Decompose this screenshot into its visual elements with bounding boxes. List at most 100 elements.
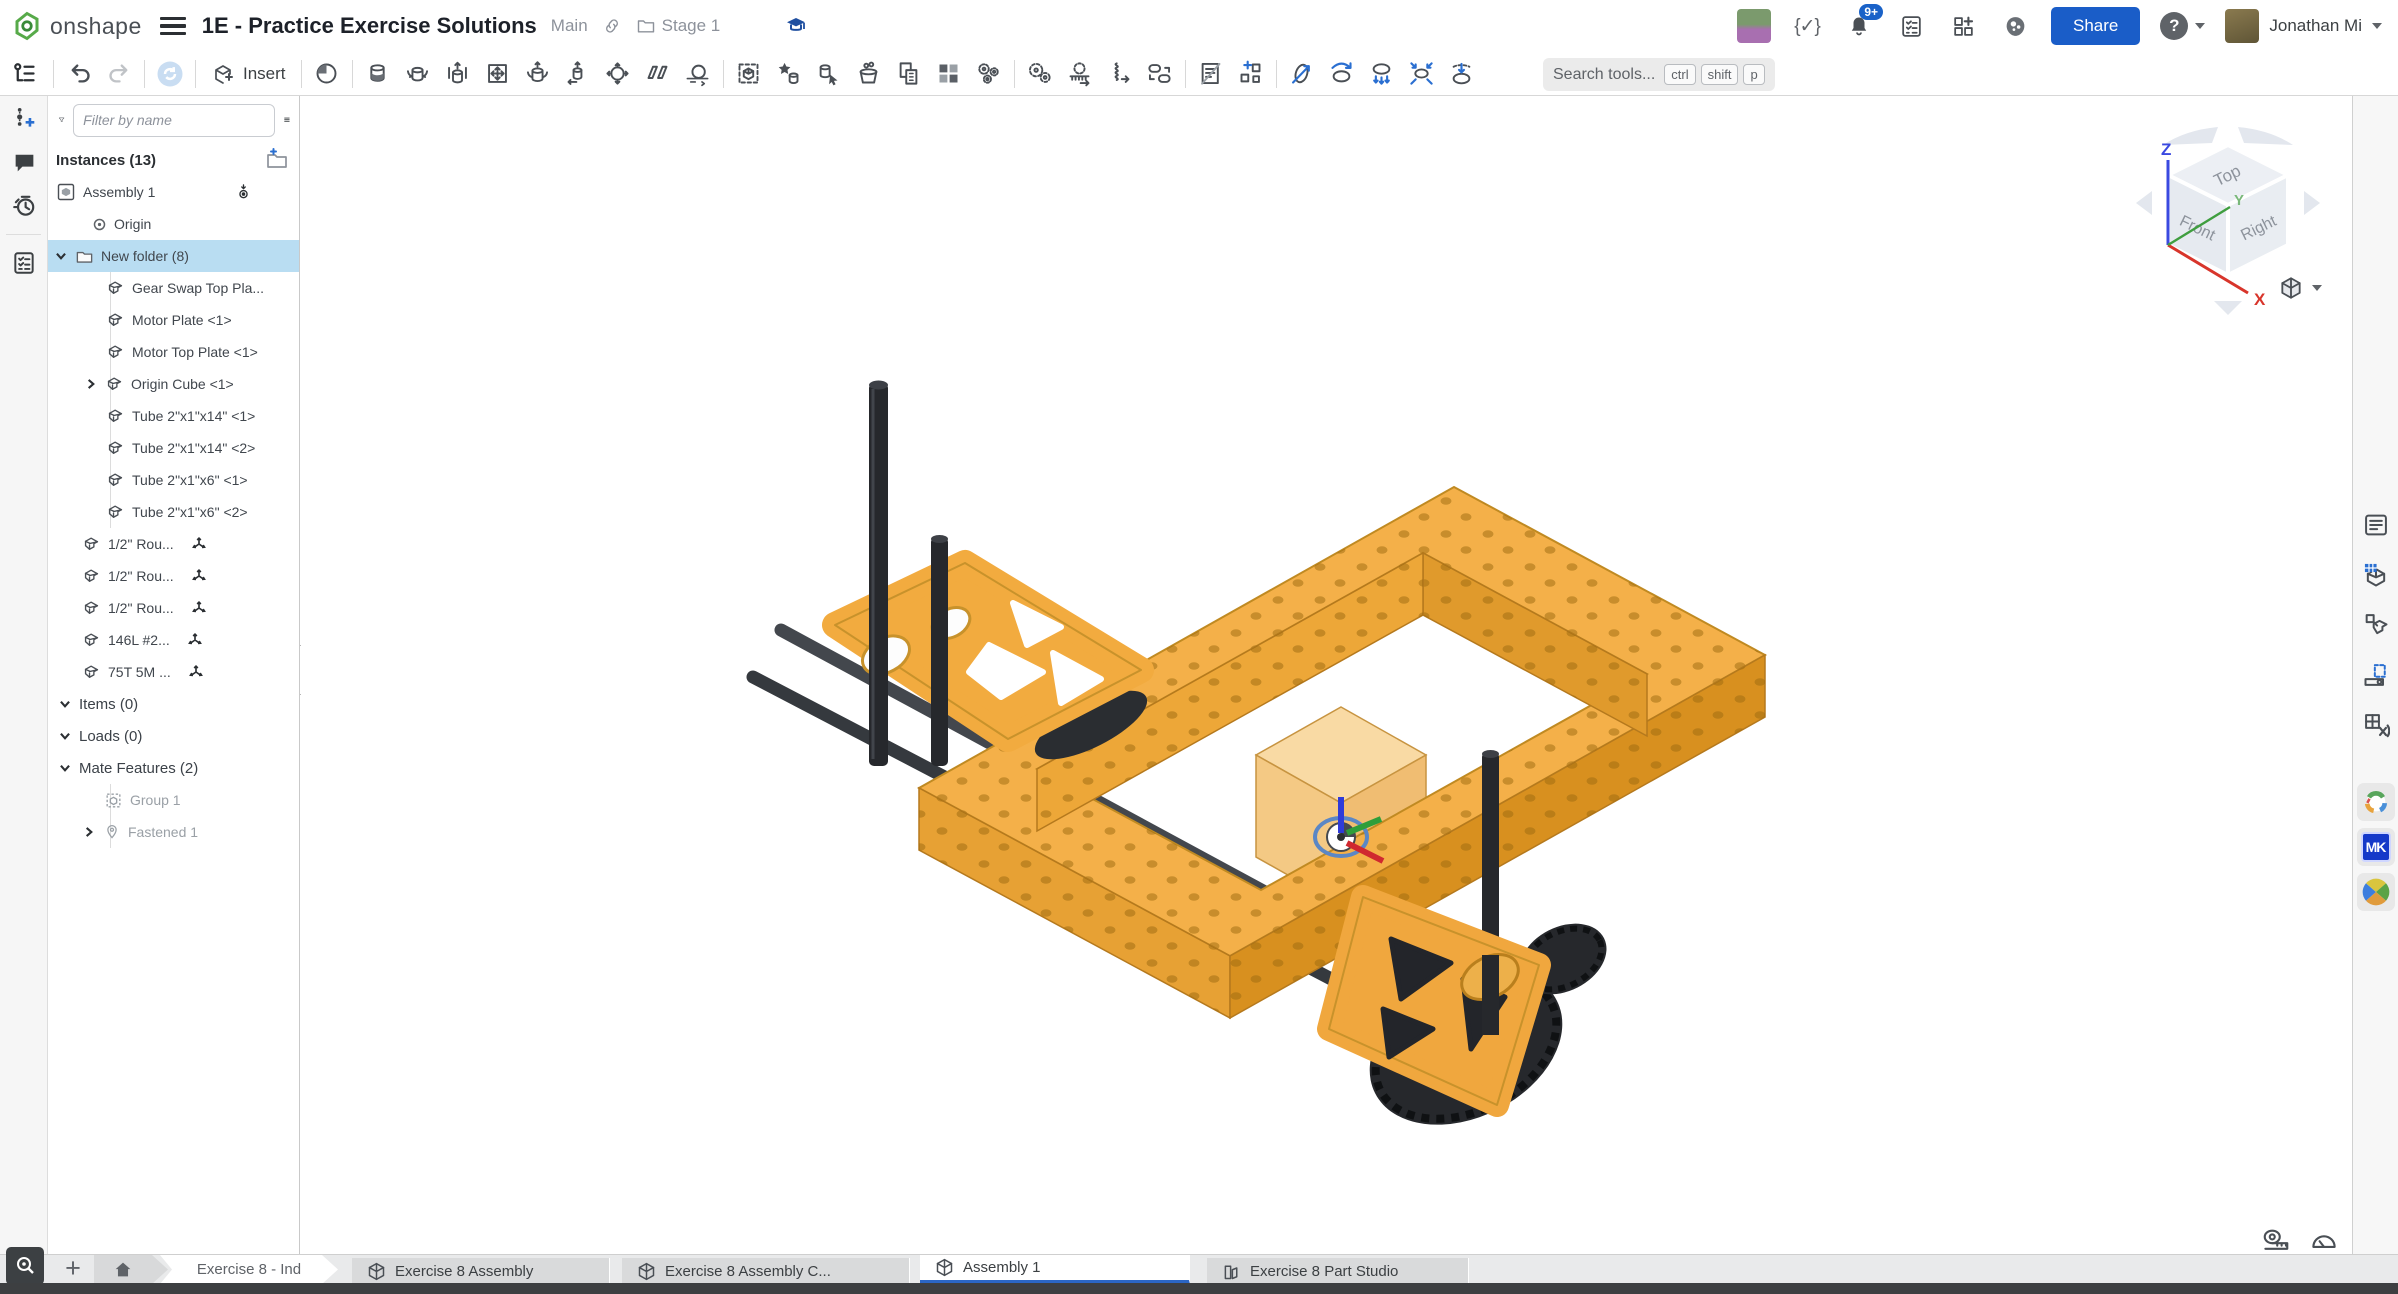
- tree-item-part[interactable]: Motor Plate <1>: [48, 304, 299, 336]
- tangent-mate-icon[interactable]: [678, 54, 718, 94]
- chevron-down-icon[interactable]: [58, 729, 72, 743]
- comments-icon[interactable]: [0, 140, 48, 184]
- undo-icon[interactable]: [59, 54, 99, 94]
- rotate-down-arrow[interactable]: [2214, 301, 2242, 315]
- notifications-bell-icon[interactable]: 9+: [1843, 10, 1875, 42]
- ai-assistant-icon[interactable]: [1999, 10, 2031, 42]
- part-reference-icon[interactable]: [2353, 600, 2398, 650]
- create-folder-icon[interactable]: [265, 148, 289, 172]
- tab-exercise8-ind[interactable]: Exercise 8 - Ind: [160, 1255, 338, 1284]
- app-store-icon-arc[interactable]: [2357, 783, 2395, 821]
- featurescript-icon[interactable]: {✓}: [1791, 10, 1823, 42]
- tree-item-part[interactable]: Tube 2"x1"x14" <1>: [48, 400, 299, 432]
- bom-table-icon[interactable]: [2353, 550, 2398, 600]
- tree-item-part[interactable]: 146L #2...: [48, 624, 299, 656]
- collaborator-avatar[interactable]: [1737, 9, 1771, 43]
- belt-relation-icon[interactable]: [1140, 54, 1180, 94]
- protractor-icon[interactable]: [2309, 1225, 2339, 1254]
- view-options-menu[interactable]: [2278, 275, 2322, 301]
- learning-center-icon[interactable]: [784, 14, 808, 38]
- rotate-left-arrow[interactable]: [2136, 191, 2152, 215]
- filter-funnel-icon[interactable]: [58, 109, 65, 131]
- version-name[interactable]: Stage 1: [662, 16, 721, 36]
- assembly-viewport-render[interactable]: [301, 97, 2352, 1254]
- fastened-mate-icon[interactable]: [358, 54, 398, 94]
- display-states-icon[interactable]: [1191, 54, 1231, 94]
- tree-item-part[interactable]: Tube 2"x1"x6" <2>: [48, 496, 299, 528]
- add-tab-button[interactable]: +: [56, 1255, 90, 1284]
- ball-mate-icon[interactable]: [598, 54, 638, 94]
- standard-content-icon[interactable]: [849, 54, 889, 94]
- user-avatar[interactable]: [2225, 9, 2259, 43]
- app-grid-icon[interactable]: [1947, 10, 1979, 42]
- redo-icon[interactable]: [99, 54, 139, 94]
- tree-item-part[interactable]: Origin Cube <1>: [48, 368, 299, 400]
- tree-item-part[interactable]: 1/2" Rou...: [48, 560, 299, 592]
- rack-pinion-relation-icon[interactable]: [1060, 54, 1100, 94]
- tree-item-part[interactable]: Gear Swap Top Pla...: [48, 272, 299, 304]
- hex-shaft-parts[interactable]: [869, 381, 948, 767]
- history-icon[interactable]: [0, 184, 48, 228]
- cylindrical-mate-icon[interactable]: [518, 54, 558, 94]
- home-tab[interactable]: [94, 1255, 168, 1284]
- animate-rotate-icon[interactable]: [1282, 54, 1322, 94]
- link-icon[interactable]: [602, 16, 622, 36]
- mate-connector-icon[interactable]: [769, 54, 809, 94]
- search-tools[interactable]: Search tools... ctrl shift p: [1543, 58, 1775, 91]
- app-store-icon-mk[interactable]: MK: [2357, 828, 2395, 866]
- tree-item-folder[interactable]: New folder (8): [48, 240, 299, 272]
- feature-list-panel-icon[interactable]: [2353, 500, 2398, 550]
- sheet-metal-flatten-icon[interactable]: [2353, 650, 2398, 700]
- chevron-down-icon[interactable]: [58, 761, 72, 775]
- app-store-icon-pie[interactable]: [2357, 873, 2395, 911]
- chevron-right-icon[interactable]: [84, 377, 98, 391]
- tree-item-assembly[interactable]: Assembly 1: [48, 176, 299, 208]
- tree-item-part[interactable]: Motor Top Plate <1>: [48, 336, 299, 368]
- screw-relation-icon[interactable]: [1100, 54, 1140, 94]
- tape-measure-icon[interactable]: [2261, 1225, 2291, 1254]
- tree-item-fastened-mate[interactable]: Fastened 1: [48, 816, 299, 848]
- pin-slot-mate-icon[interactable]: [558, 54, 598, 94]
- linear-pattern-icon[interactable]: [929, 54, 969, 94]
- tasks-icon[interactable]: [1895, 10, 1927, 42]
- user-menu[interactable]: Jonathan Mi: [2225, 9, 2382, 43]
- section-items[interactable]: Items (0): [48, 688, 299, 720]
- gear-relation-icon[interactable]: [1020, 54, 1060, 94]
- replicate-icon[interactable]: [809, 54, 849, 94]
- chevron-right-icon[interactable]: [82, 825, 96, 839]
- branch-name[interactable]: Main: [551, 16, 588, 36]
- tab-assembly-1[interactable]: Assembly 1: [920, 1255, 1190, 1284]
- versions-icon[interactable]: [0, 96, 48, 140]
- parallel-mate-icon[interactable]: [638, 54, 678, 94]
- rotate-right-arrow[interactable]: [2304, 191, 2320, 215]
- revolute-mate-icon[interactable]: [398, 54, 438, 94]
- chevron-down-icon[interactable]: [54, 249, 68, 263]
- feature-pattern-icon[interactable]: [969, 54, 1009, 94]
- help-icon[interactable]: ?: [2160, 12, 2188, 40]
- tab-exercise8-part-studio[interactable]: Exercise 8 Part Studio: [1207, 1258, 1469, 1284]
- gear-swap-plate[interactable]: [1329, 897, 1539, 1105]
- tree-item-part[interactable]: 1/2" Rou...: [48, 592, 299, 624]
- filter-input[interactable]: [73, 104, 275, 137]
- tree-item-part[interactable]: 1/2" Rou...: [48, 528, 299, 560]
- assembly-tree-toggle-icon[interactable]: [0, 54, 48, 94]
- group-parts-icon[interactable]: [729, 54, 769, 94]
- insert-button[interactable]: Insert: [201, 62, 296, 86]
- section-loads[interactable]: Loads (0): [48, 720, 299, 752]
- chevron-down-icon[interactable]: [58, 697, 72, 711]
- animate-insert-icon[interactable]: [1442, 54, 1482, 94]
- onshape-logo[interactable]: onshape: [0, 11, 142, 41]
- planar-mate-icon[interactable]: [478, 54, 518, 94]
- transfer-copy-icon[interactable]: [889, 54, 929, 94]
- custom-table-icon[interactable]: [2353, 700, 2398, 750]
- exploded-view-icon[interactable]: [1231, 54, 1271, 94]
- tab-exercise8-assembly[interactable]: Exercise 8 Assembly: [352, 1258, 610, 1284]
- mate-icon[interactable]: [307, 54, 347, 94]
- checklist-panel-icon[interactable]: [0, 241, 48, 285]
- share-button[interactable]: Share: [2051, 7, 2140, 45]
- help-menu[interactable]: ?: [2160, 12, 2205, 40]
- list-view-icon[interactable]: [283, 108, 291, 132]
- animate-drop-icon[interactable]: [1362, 54, 1402, 94]
- animate-collapse-icon[interactable]: [1402, 54, 1442, 94]
- tree-item-part[interactable]: Tube 2"x1"x6" <1>: [48, 464, 299, 496]
